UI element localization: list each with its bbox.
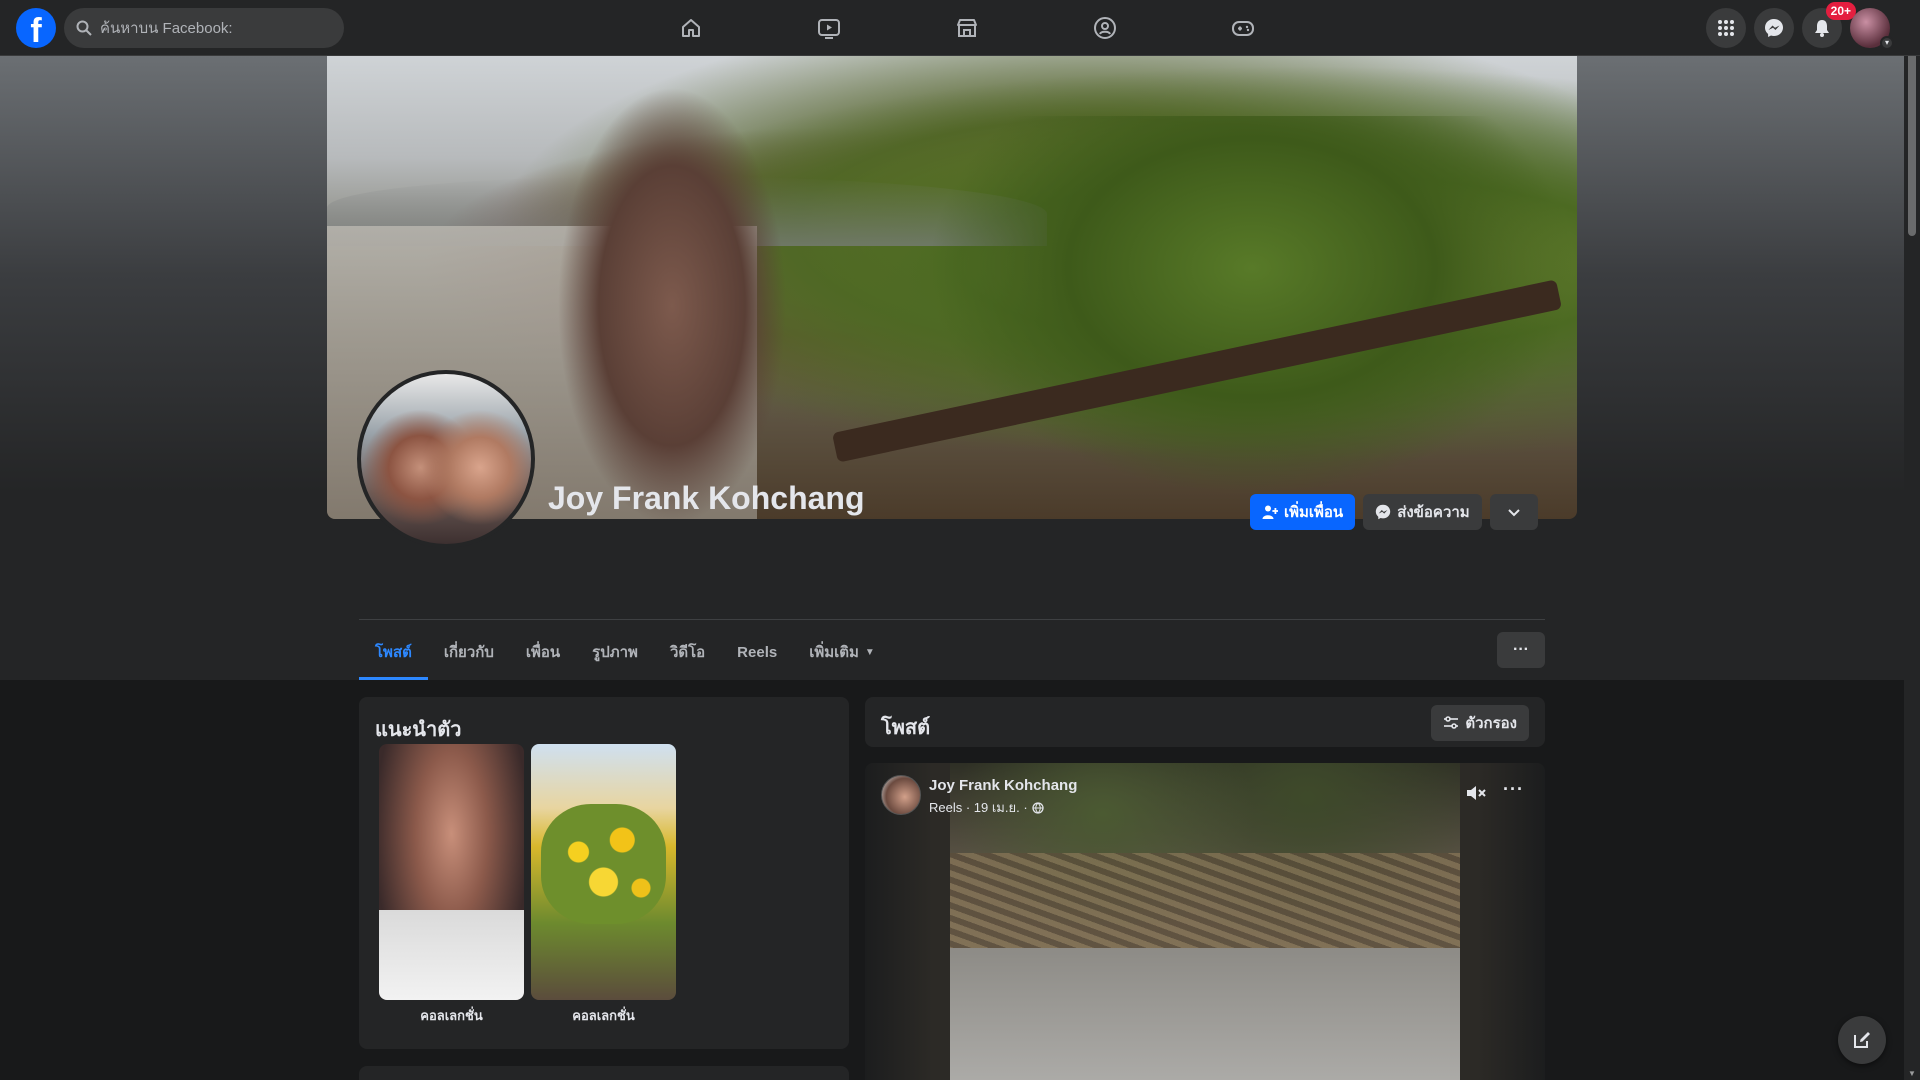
top-navigation-bar: f ค้นหาบน Facebook: 20+ ▾: [0, 0, 1920, 56]
post-card: Joy Frank Kohchang Reels · 19 เม.ย. · ··…: [865, 763, 1545, 1080]
compose-icon: [1854, 1032, 1870, 1048]
nav-home[interactable]: [622, 0, 760, 56]
add-friend-label: เพิ่มเพื่อน: [1284, 504, 1344, 521]
chevron-down-icon: ▾: [1880, 36, 1894, 50]
collection-1-shirt: [379, 910, 524, 1000]
profile-actions: เพิ่มเพื่อน ส่งข้อความ: [1250, 494, 1538, 530]
featured-collection-2[interactable]: [531, 744, 676, 1000]
groups-icon: [1094, 17, 1116, 39]
profile-picture[interactable]: [357, 370, 535, 548]
nav-groups[interactable]: [1036, 0, 1174, 56]
add-friend-icon: [1262, 505, 1278, 519]
account-avatar[interactable]: ▾: [1850, 8, 1894, 50]
search-box[interactable]: [64, 8, 344, 48]
search-icon: [76, 20, 92, 36]
messenger-button[interactable]: [1754, 8, 1794, 48]
post-meta-text[interactable]: Reels · 19 เม.ย. ·: [929, 797, 1028, 818]
filter-button[interactable]: ตัวกรอง: [1431, 705, 1529, 741]
cover-person: [557, 86, 787, 519]
post-meta: Reels · 19 เม.ย. ·: [929, 797, 1044, 818]
page-scrollbar[interactable]: ▲ ▼: [1904, 0, 1920, 1080]
posts-header-card: โพสต์ ตัวกรอง: [865, 697, 1545, 747]
chevron-down-icon: [1507, 509, 1520, 517]
tab-friends[interactable]: เพื่อน: [510, 624, 576, 680]
post-author-avatar[interactable]: [881, 775, 921, 815]
profile-tabs: โพสต์ เกี่ยวกับ เพื่อน รูปภาพ วิดีโอ Ree…: [359, 624, 891, 680]
post-author-name[interactable]: Joy Frank Kohchang: [929, 777, 1077, 794]
profile-dropdown-button[interactable]: [1489, 494, 1538, 530]
notifications-button[interactable]: 20+: [1802, 2, 1856, 48]
mute-button[interactable]: [1465, 783, 1487, 808]
filter-label: ตัวกรอง: [1465, 715, 1517, 732]
intro-title: แนะนำตัว: [375, 719, 462, 741]
video-leaves: [950, 853, 1460, 953]
nav-gaming[interactable]: [1174, 0, 1312, 56]
menu-button[interactable]: [1706, 8, 1746, 48]
store-icon: [957, 19, 977, 37]
featured-collection-1[interactable]: [379, 744, 524, 1000]
add-friend-button[interactable]: เพิ่มเพื่อน: [1250, 494, 1356, 530]
intro-card: แนะนำตัว: [359, 697, 849, 1049]
profile-header: [0, 56, 1904, 680]
collection-2-flowers: [541, 804, 666, 924]
caret-down-icon: ▼: [864, 646, 875, 658]
home-icon: [682, 19, 700, 37]
video-icon: [818, 19, 840, 39]
facebook-logo[interactable]: f: [16, 8, 56, 48]
speaker-muted-icon: [1467, 786, 1486, 800]
globe-icon: [1032, 801, 1044, 814]
secondary-card: [359, 1066, 849, 1080]
tab-videos[interactable]: วิดีโอ: [654, 624, 721, 680]
video-road: [950, 948, 1460, 1080]
nav-marketplace[interactable]: [898, 0, 1036, 56]
messenger-icon: [1375, 504, 1391, 520]
bell-icon: [1815, 20, 1829, 37]
message-button[interactable]: ส่งข้อความ: [1363, 494, 1482, 530]
message-label: ส่งข้อความ: [1397, 504, 1470, 521]
search-input[interactable]: [100, 19, 320, 37]
collection-label: คอลเลกชั่น: [572, 1008, 635, 1023]
account-controls: 20+ ▾: [1706, 2, 1894, 50]
messenger-icon: [1765, 19, 1783, 37]
scroll-down-icon[interactable]: ▼: [1908, 1070, 1916, 1078]
tab-posts[interactable]: โพสต์: [359, 624, 428, 680]
main-nav: [622, 0, 1312, 56]
tab-about[interactable]: เกี่ยวกับ: [428, 624, 510, 680]
grid-menu-icon: [1718, 20, 1734, 36]
header-divider: [359, 619, 1545, 620]
profile-name: Joy Frank Kohchang: [548, 480, 865, 516]
filter-icon: [1444, 716, 1459, 729]
new-message-button[interactable]: [1838, 1016, 1886, 1064]
tab-reels[interactable]: Reels: [721, 624, 793, 680]
collection-label: คอลเลกชั่น: [420, 1008, 483, 1023]
nav-watch[interactable]: [760, 0, 898, 56]
profile-more-button[interactable]: ···: [1497, 632, 1545, 668]
posts-title: โพสต์: [881, 717, 931, 739]
tab-more[interactable]: เพิ่มเติม ▼: [793, 624, 891, 680]
notification-count-badge: 20+: [1825, 2, 1856, 20]
tab-photos[interactable]: รูปภาพ: [576, 624, 654, 680]
gamepad-icon: [1232, 21, 1254, 36]
post-options-button[interactable]: ···: [1503, 779, 1524, 800]
